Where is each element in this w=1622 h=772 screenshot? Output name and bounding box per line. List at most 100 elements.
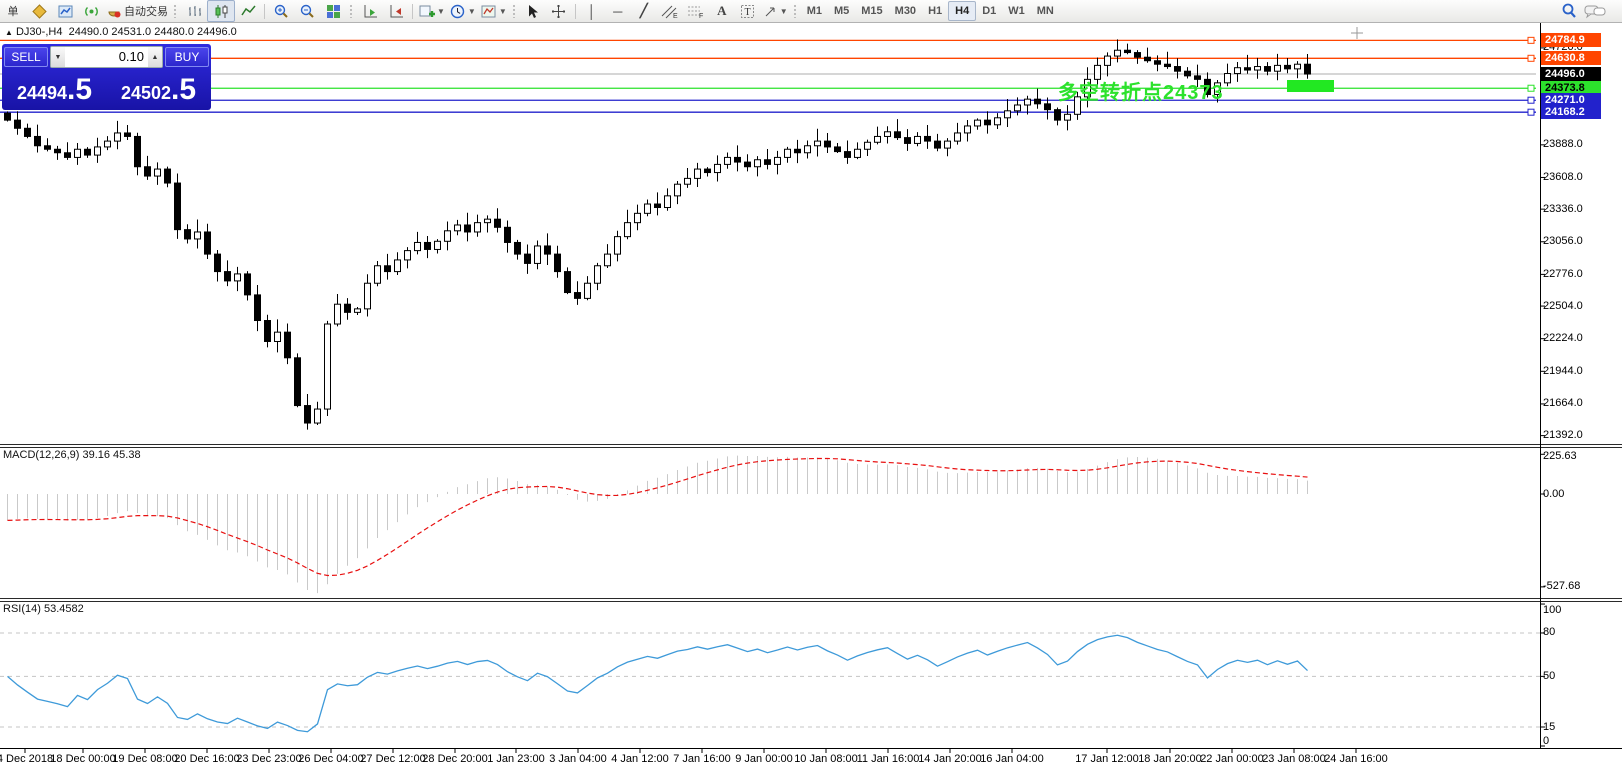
time-axis[interactable]: 4 Dec 2018 18 Dec 00:00 19 Dec 08:00 20 Dec… — [0, 753, 1622, 772]
tile-windows-icon[interactable] — [320, 1, 346, 21]
line-endpoint-marker[interactable] — [1527, 108, 1535, 116]
ask-price[interactable]: 24502.5 — [108, 69, 209, 107]
timeframe-m1[interactable]: M1 — [801, 2, 828, 20]
chat-icon[interactable] — [1582, 1, 1608, 21]
candle-body — [454, 224, 461, 232]
candle-body — [234, 273, 241, 282]
pivot-highlight-box[interactable] — [1287, 80, 1334, 92]
text-label-tool-icon[interactable]: T — [735, 1, 761, 21]
candle-body — [164, 168, 171, 184]
candle-body — [224, 271, 231, 282]
candle-body — [24, 127, 31, 137]
volume-input[interactable]: 0.10 — [65, 47, 148, 67]
indicators-icon[interactable]: ▼ — [416, 1, 447, 21]
zoom-out-icon[interactable] — [294, 1, 320, 21]
new-order-icon[interactable] — [26, 1, 52, 21]
timeframe-d1[interactable]: D1 — [976, 2, 1002, 20]
timeframe-m5[interactable]: M5 — [828, 2, 855, 20]
candle-body — [1104, 55, 1111, 66]
dropdown-arrow-icon: ▼ — [467, 6, 476, 16]
volume-increase-button[interactable]: ▲ — [148, 47, 162, 67]
crosshair-tool-icon[interactable] — [546, 1, 572, 21]
signals-icon[interactable] — [78, 1, 104, 21]
candle-body — [994, 117, 1001, 126]
chart-area[interactable] — [0, 0, 1622, 772]
templates-icon[interactable]: ▼ — [478, 1, 509, 21]
dropdown-arrow-icon: ▼ — [498, 6, 507, 16]
candlestick-chart-icon[interactable] — [207, 0, 235, 22]
timeframe-bar: M1 M5 M15 M30 H1 H4 D1 W1 MN — [801, 1, 1060, 21]
candle-body — [574, 292, 581, 299]
toolbar-grip[interactable] — [511, 4, 517, 18]
candle-body — [624, 222, 631, 238]
candle-body — [394, 259, 401, 273]
candle-body — [204, 231, 211, 255]
timeframe-m30[interactable]: M30 — [889, 2, 922, 20]
candle-body — [664, 195, 671, 209]
pivot-annotation-label[interactable]: 多空转折点24373 — [1058, 76, 1224, 105]
line-endpoint-marker[interactable] — [1527, 54, 1535, 62]
buy-button[interactable]: BUY — [165, 47, 209, 67]
toolbar-grip[interactable] — [173, 4, 178, 18]
rsi-line — [7, 634, 1308, 733]
line-chart-icon[interactable] — [235, 1, 261, 21]
candle-body — [924, 135, 931, 142]
toolbar-grip[interactable] — [792, 4, 798, 18]
auto-trading-button[interactable]: 自动交易 — [104, 1, 170, 21]
candle-body — [404, 250, 411, 261]
search-icon[interactable] — [1556, 1, 1582, 21]
candle-body — [794, 148, 801, 154]
horizontal-line-tool-icon[interactable]: ─ — [605, 1, 631, 21]
new-order-button[interactable]: 单 — [0, 1, 26, 21]
toolbar-grip[interactable] — [349, 4, 354, 18]
candle-body — [714, 163, 721, 174]
candle-body — [964, 125, 971, 134]
candle-body — [374, 265, 381, 284]
macd-pane — [7, 455, 1308, 594]
rsi-tick-label: 15 — [1543, 720, 1556, 733]
timeframe-h4[interactable]: H4 — [948, 1, 977, 21]
toolbar: 单 自动交易 ▼ ▼ ▼ │ ─ ╱ E F A T ▼ M1 M5 M15 M… — [0, 0, 1622, 23]
cursor-tool-icon[interactable] — [520, 1, 546, 21]
timeframe-w1[interactable]: W1 — [1002, 2, 1031, 20]
candle-body — [1054, 109, 1061, 121]
fibonacci-tool-icon[interactable]: F — [683, 1, 709, 21]
line-endpoint-marker[interactable] — [1527, 96, 1535, 104]
candle-body — [544, 245, 551, 255]
arrows-tool-icon[interactable]: ▼ — [761, 1, 790, 21]
line-endpoint-marker[interactable] — [1527, 84, 1535, 92]
macd-pane-divider[interactable] — [0, 442, 1622, 448]
candle-body — [1254, 66, 1261, 71]
candle-body — [534, 245, 541, 264]
candle-body — [414, 241, 421, 252]
text-tool-icon[interactable]: A — [709, 1, 735, 21]
zoom-in-icon[interactable] — [268, 1, 294, 21]
vertical-line-tool-icon[interactable]: │ — [579, 1, 605, 21]
sell-button[interactable]: SELL — [4, 47, 48, 67]
market-watch-icon[interactable] — [52, 1, 78, 21]
candle-body — [484, 218, 491, 224]
candle-body — [684, 177, 691, 185]
chart-shift-icon[interactable] — [383, 1, 409, 21]
bar-chart-icon[interactable] — [181, 1, 207, 21]
volume-decrease-button[interactable]: ▼ — [51, 47, 65, 67]
candle-body — [674, 183, 681, 197]
timeframe-h1[interactable]: H1 — [922, 2, 948, 20]
candle-body — [1224, 73, 1231, 84]
periods-icon[interactable]: ▼ — [447, 1, 478, 21]
price-axis[interactable]: 24720.0 23888.0 23608.0 23336.0 23056.0 22776… — [1541, 0, 1622, 772]
timeframe-m15[interactable]: M15 — [855, 2, 888, 20]
timeframe-mn[interactable]: MN — [1031, 2, 1060, 20]
candle-body — [584, 282, 591, 299]
rsi-pane-divider[interactable] — [0, 596, 1622, 602]
collapse-marker-icon[interactable]: ▲ — [5, 28, 13, 37]
candle-body — [54, 148, 61, 154]
line-endpoint-marker[interactable] — [1527, 36, 1535, 44]
bid-price[interactable]: 24494.5 — [4, 69, 105, 107]
macd-tick-label: 225.63 — [1543, 449, 1577, 462]
candle-body — [1174, 66, 1181, 72]
candle-body — [944, 140, 951, 149]
trendline-tool-icon[interactable]: ╱ — [631, 1, 657, 21]
auto-scroll-icon[interactable] — [357, 1, 383, 21]
equidistant-channel-tool-icon[interactable]: E — [657, 1, 683, 21]
